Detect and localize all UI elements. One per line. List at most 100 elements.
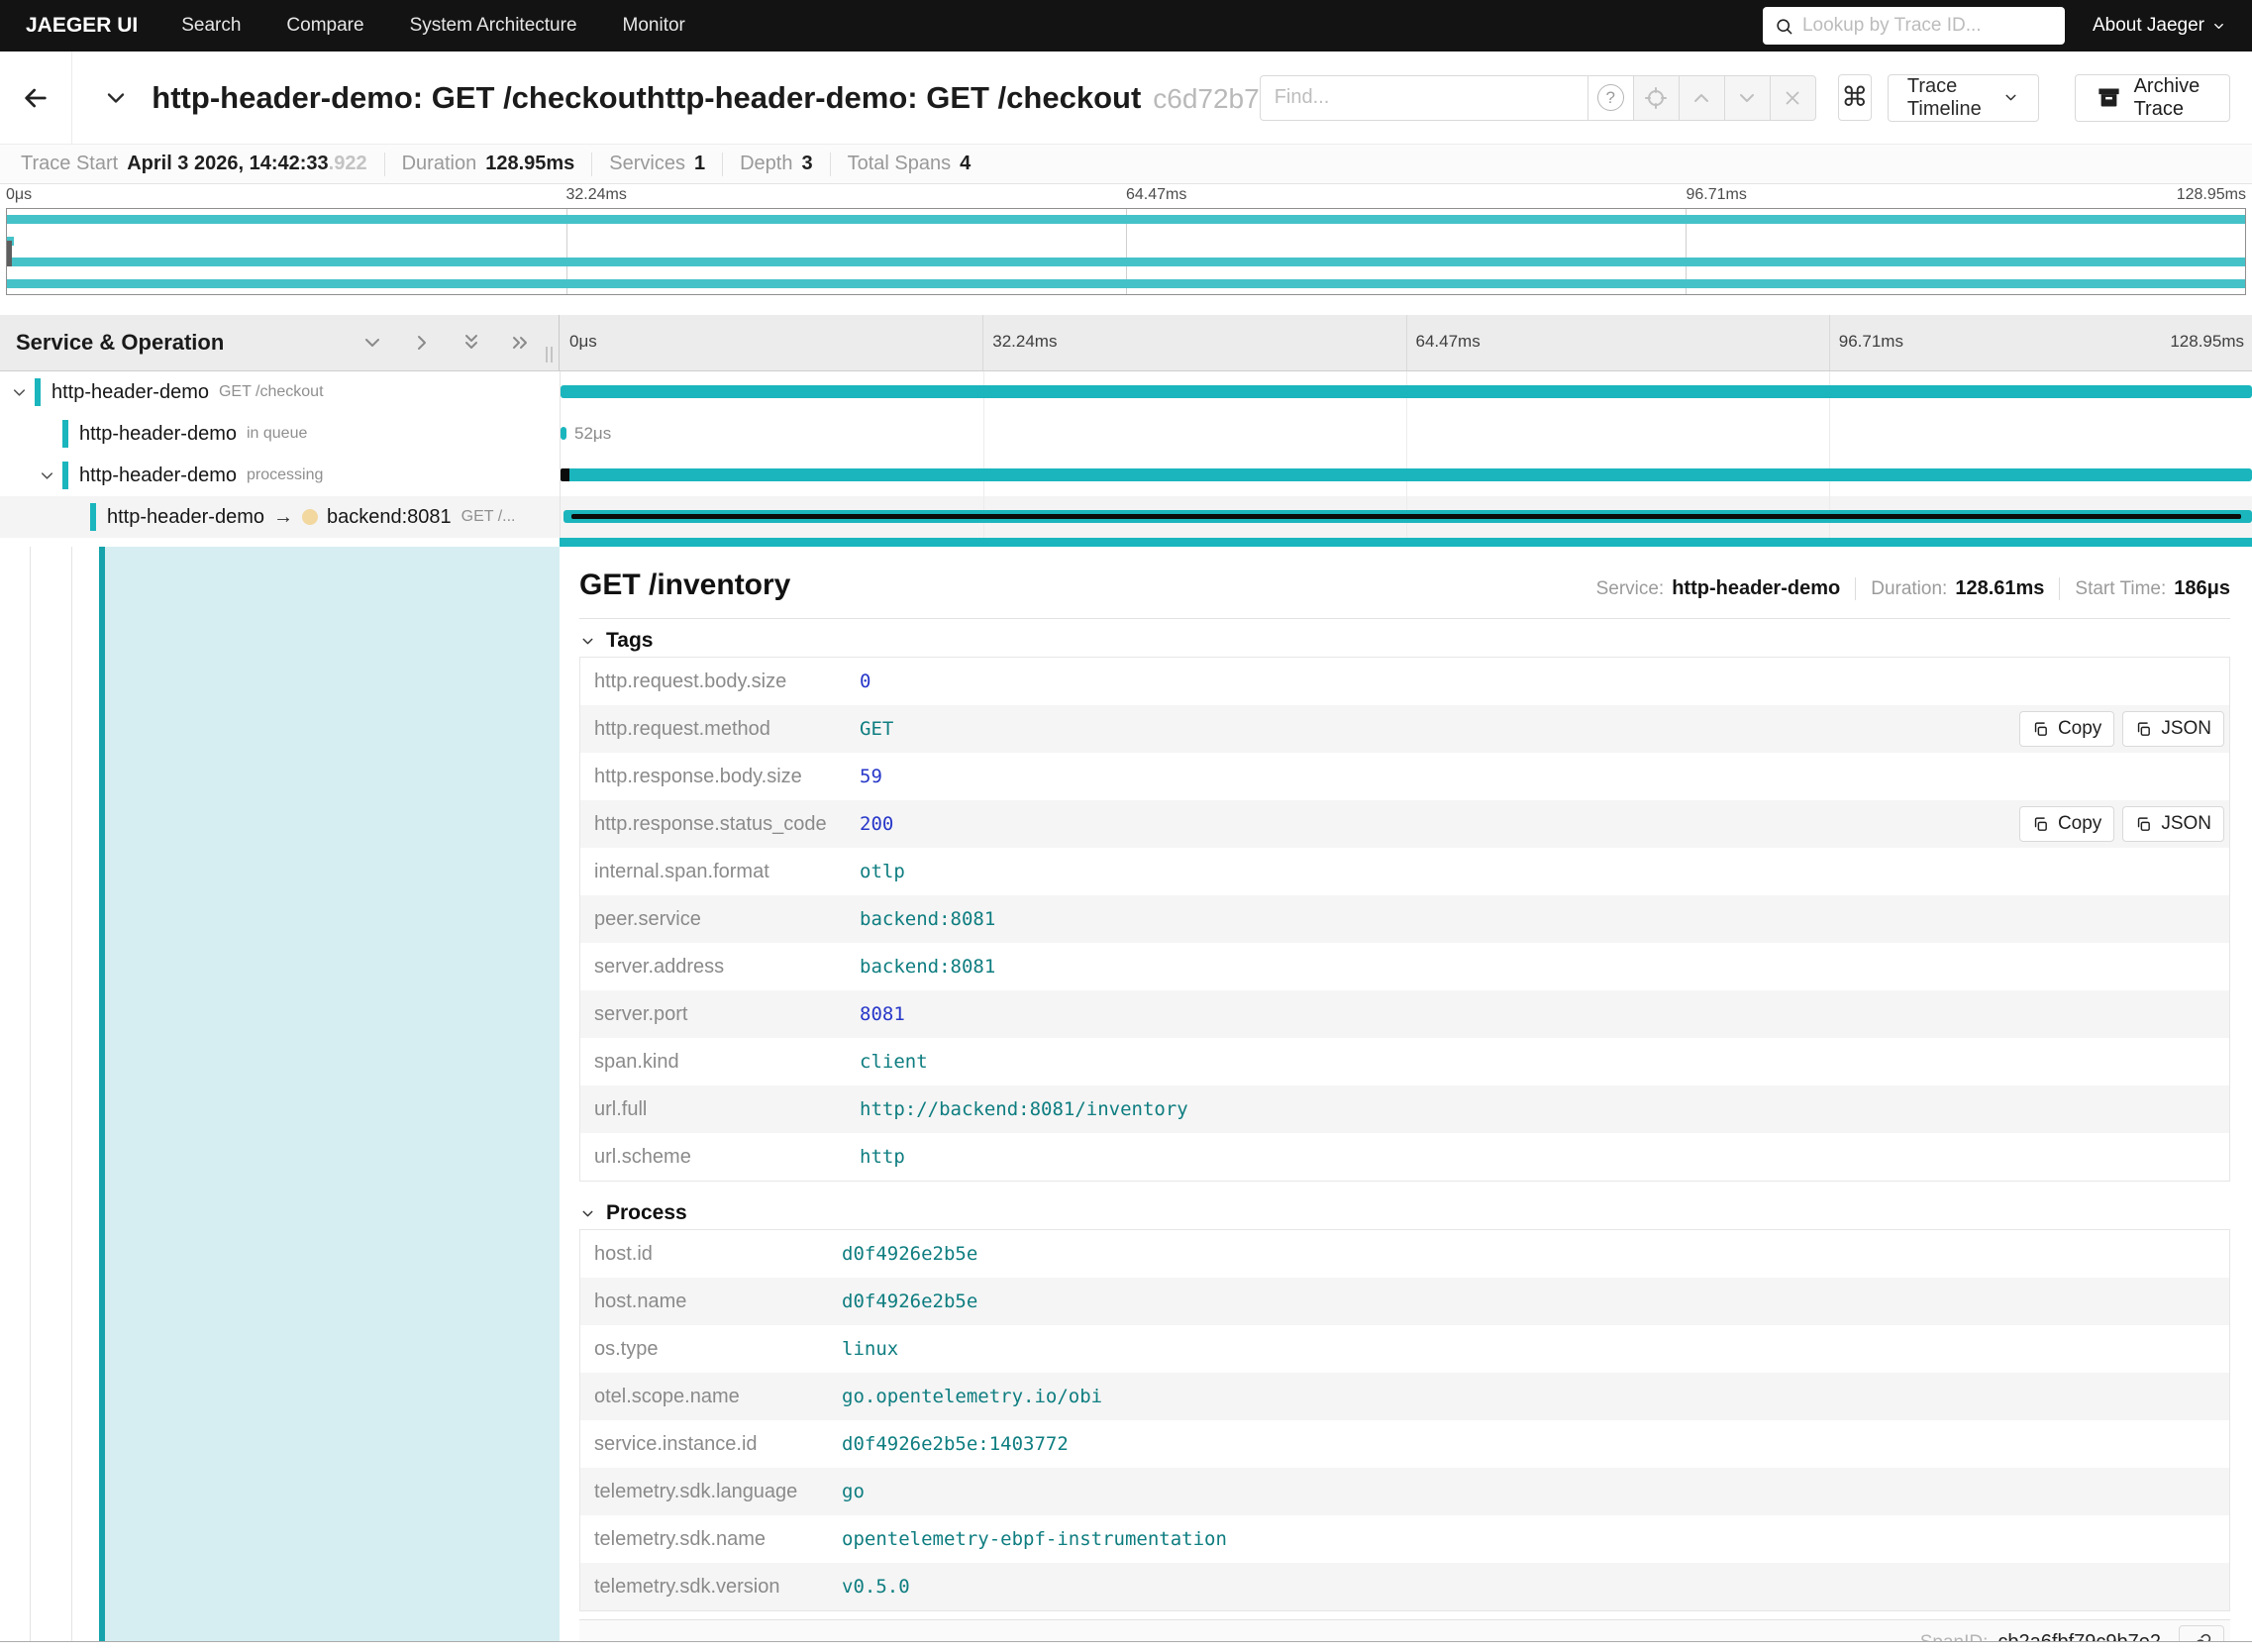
expand-all-icon[interactable] bbox=[460, 331, 483, 355]
nav-right: About Jaeger bbox=[1762, 7, 2226, 45]
nav-item-system-architecture[interactable]: System Architecture bbox=[410, 15, 577, 37]
chevron-down-icon[interactable] bbox=[10, 383, 29, 402]
span-meta-label: Start Time: bbox=[2075, 578, 2167, 599]
table-row[interactable]: telemetry.sdk.language go bbox=[580, 1468, 2229, 1515]
table-row[interactable]: telemetry.sdk.name opentelemetry-ebpf-ins… bbox=[580, 1515, 2229, 1563]
tick-label: 128.95ms bbox=[2170, 332, 2244, 351]
app-logo[interactable]: JAEGER UI bbox=[26, 14, 138, 38]
trace-lookup-search[interactable] bbox=[1762, 7, 2065, 45]
copy-value-button[interactable]: Copy bbox=[2018, 711, 2115, 747]
focus-span-button[interactable] bbox=[1632, 74, 1680, 121]
table-row[interactable]: internal.span.format otlp bbox=[580, 848, 2229, 895]
back-button[interactable] bbox=[0, 52, 73, 144]
span-row-name-cell[interactable]: http-header-demo → backend:8081 GET /... bbox=[0, 496, 560, 538]
span-row-bar-cell[interactable] bbox=[560, 371, 2252, 413]
process-section-toggle[interactable]: Process bbox=[579, 1201, 2230, 1225]
collapse-trace-header-button[interactable] bbox=[102, 84, 130, 112]
span-duration-bar[interactable] bbox=[561, 427, 566, 440]
span-row[interactable]: http-header-demo → backend:8081 GET /... bbox=[0, 496, 2252, 538]
span-indent-fill[interactable] bbox=[105, 547, 560, 1641]
table-row[interactable]: peer.service backend:8081 bbox=[580, 895, 2229, 943]
span-duration-bar[interactable] bbox=[563, 510, 2252, 523]
operation-name: in queue bbox=[246, 425, 308, 442]
nav-item-compare[interactable]: Compare bbox=[286, 15, 363, 37]
span-row-bar-cell[interactable] bbox=[560, 496, 2252, 538]
span-duration-bar[interactable] bbox=[561, 385, 2252, 398]
span-row[interactable]: http-header-demo in queue 52μs bbox=[0, 413, 2252, 455]
span-row-bar-cell[interactable]: 52μs bbox=[560, 413, 2252, 455]
table-row[interactable]: http.response.body.size 59 bbox=[580, 753, 2229, 800]
copy-json-button[interactable]: JSON bbox=[2122, 806, 2224, 842]
indent-guide bbox=[71, 547, 72, 1641]
process-section-label: Process bbox=[606, 1201, 687, 1224]
tick-label: 96.71ms bbox=[1686, 186, 1747, 203]
copy-value-button[interactable]: Copy bbox=[2018, 806, 2115, 842]
trace-lookup-input[interactable] bbox=[1801, 15, 2053, 37]
tag-value: linux bbox=[842, 1338, 899, 1360]
tags-section-toggle[interactable]: Tags bbox=[579, 629, 2230, 653]
tick-gridline bbox=[1405, 315, 1407, 370]
collapse-one-icon[interactable] bbox=[509, 331, 533, 355]
table-row[interactable]: http.response.status_code 200 Copy JSON bbox=[580, 800, 2229, 848]
span-row-name-cell[interactable]: http-header-demo in queue bbox=[0, 413, 560, 455]
span-row-name-cell[interactable]: http-header-demo processing bbox=[0, 455, 560, 496]
child-span-overlay bbox=[570, 514, 2241, 519]
span-row[interactable]: http-header-demo processing bbox=[0, 455, 2252, 496]
table-row[interactable]: url.scheme http bbox=[580, 1133, 2229, 1181]
timeline-minimap[interactable] bbox=[6, 208, 2246, 295]
keyboard-shortcuts-button[interactable]: ⌘ bbox=[1837, 74, 1872, 121]
next-result-button[interactable] bbox=[1723, 74, 1771, 121]
tag-key: server.port bbox=[594, 1002, 688, 1025]
column-resizer[interactable] bbox=[545, 347, 555, 362]
span-row-bar-cell[interactable] bbox=[560, 455, 2252, 496]
table-row[interactable]: service.instance.id d0f4926e2b5e:1403772 bbox=[580, 1420, 2229, 1468]
clear-find-button[interactable] bbox=[1769, 74, 1816, 121]
span-operation-title: GET /inventory bbox=[579, 568, 791, 601]
chevron-down-icon[interactable] bbox=[38, 466, 56, 485]
deep-link-button[interactable] bbox=[2179, 1624, 2224, 1641]
service-operation-label: Service & Operation bbox=[16, 330, 225, 355]
table-row[interactable]: telemetry.sdk.version v0.5.0 bbox=[580, 1563, 2229, 1610]
minimap-row bbox=[7, 252, 2245, 273]
span-row[interactable]: http-header-demo GET /checkout bbox=[0, 371, 2252, 413]
table-row[interactable]: span.kind client bbox=[580, 1038, 2229, 1085]
copy-json-button[interactable]: JSON bbox=[2122, 711, 2224, 747]
summary-value-fraction: .922 bbox=[328, 153, 367, 174]
span-id-label: SpanID: bbox=[1919, 1631, 1989, 1642]
table-row[interactable]: server.address backend:8081 bbox=[580, 943, 2229, 990]
copy-icon bbox=[2135, 816, 2152, 833]
span-meta-label: Service: bbox=[1595, 578, 1665, 599]
tag-key: otel.scope.name bbox=[594, 1385, 740, 1407]
expand-one-icon[interactable] bbox=[410, 331, 434, 355]
find-help-button[interactable]: ? bbox=[1587, 74, 1634, 121]
prev-result-button[interactable] bbox=[1678, 74, 1725, 121]
span-duration-bar[interactable] bbox=[561, 468, 2252, 481]
tag-value: http bbox=[860, 1146, 905, 1168]
archive-trace-button[interactable]: Archive Trace bbox=[2074, 73, 2230, 122]
table-row[interactable]: http.request.body.size 0 bbox=[580, 658, 2229, 705]
span-meta: Service: http-header-demo Duration: 128.61m… bbox=[1582, 577, 2230, 600]
table-row[interactable]: os.type linux bbox=[580, 1325, 2229, 1373]
table-row[interactable]: host.name d0f4926e2b5e bbox=[580, 1278, 2229, 1325]
tag-value: otlp bbox=[860, 861, 905, 882]
collapse-all-icon[interactable] bbox=[360, 331, 384, 355]
span-rows: http-header-demo GET /checkout http-header… bbox=[0, 371, 2252, 538]
service-operation-header: Service & Operation bbox=[0, 315, 560, 370]
find-group: ? bbox=[1259, 74, 1816, 121]
table-row[interactable]: server.port 8081 bbox=[580, 990, 2229, 1038]
trace-toolbar: http-header-demo: GET /checkouthttp-head… bbox=[0, 52, 2252, 145]
table-row[interactable]: host.id d0f4926e2b5e bbox=[580, 1230, 2229, 1278]
table-row[interactable]: url.full http://backend:8081/inventory bbox=[580, 1085, 2229, 1133]
minimap-row bbox=[7, 273, 2245, 295]
span-meta-item: Start Time: 186μs bbox=[2059, 577, 2230, 600]
trace-view-select[interactable]: Trace Timeline bbox=[1887, 73, 2039, 122]
table-row[interactable]: http.request.method GET Copy JSON bbox=[580, 705, 2229, 753]
tag-key: http.response.body.size bbox=[594, 765, 802, 787]
about-jaeger-menu[interactable]: About Jaeger bbox=[2093, 15, 2226, 37]
span-row-name-cell[interactable]: http-header-demo GET /checkout bbox=[0, 371, 560, 413]
find-input[interactable] bbox=[1259, 74, 1588, 121]
table-row[interactable]: otel.scope.name go.opentelemetry.io/obi bbox=[580, 1373, 2229, 1420]
minimap-drag-handle[interactable] bbox=[7, 241, 12, 266]
nav-item-monitor[interactable]: Monitor bbox=[623, 15, 685, 37]
nav-item-search[interactable]: Search bbox=[181, 15, 241, 37]
